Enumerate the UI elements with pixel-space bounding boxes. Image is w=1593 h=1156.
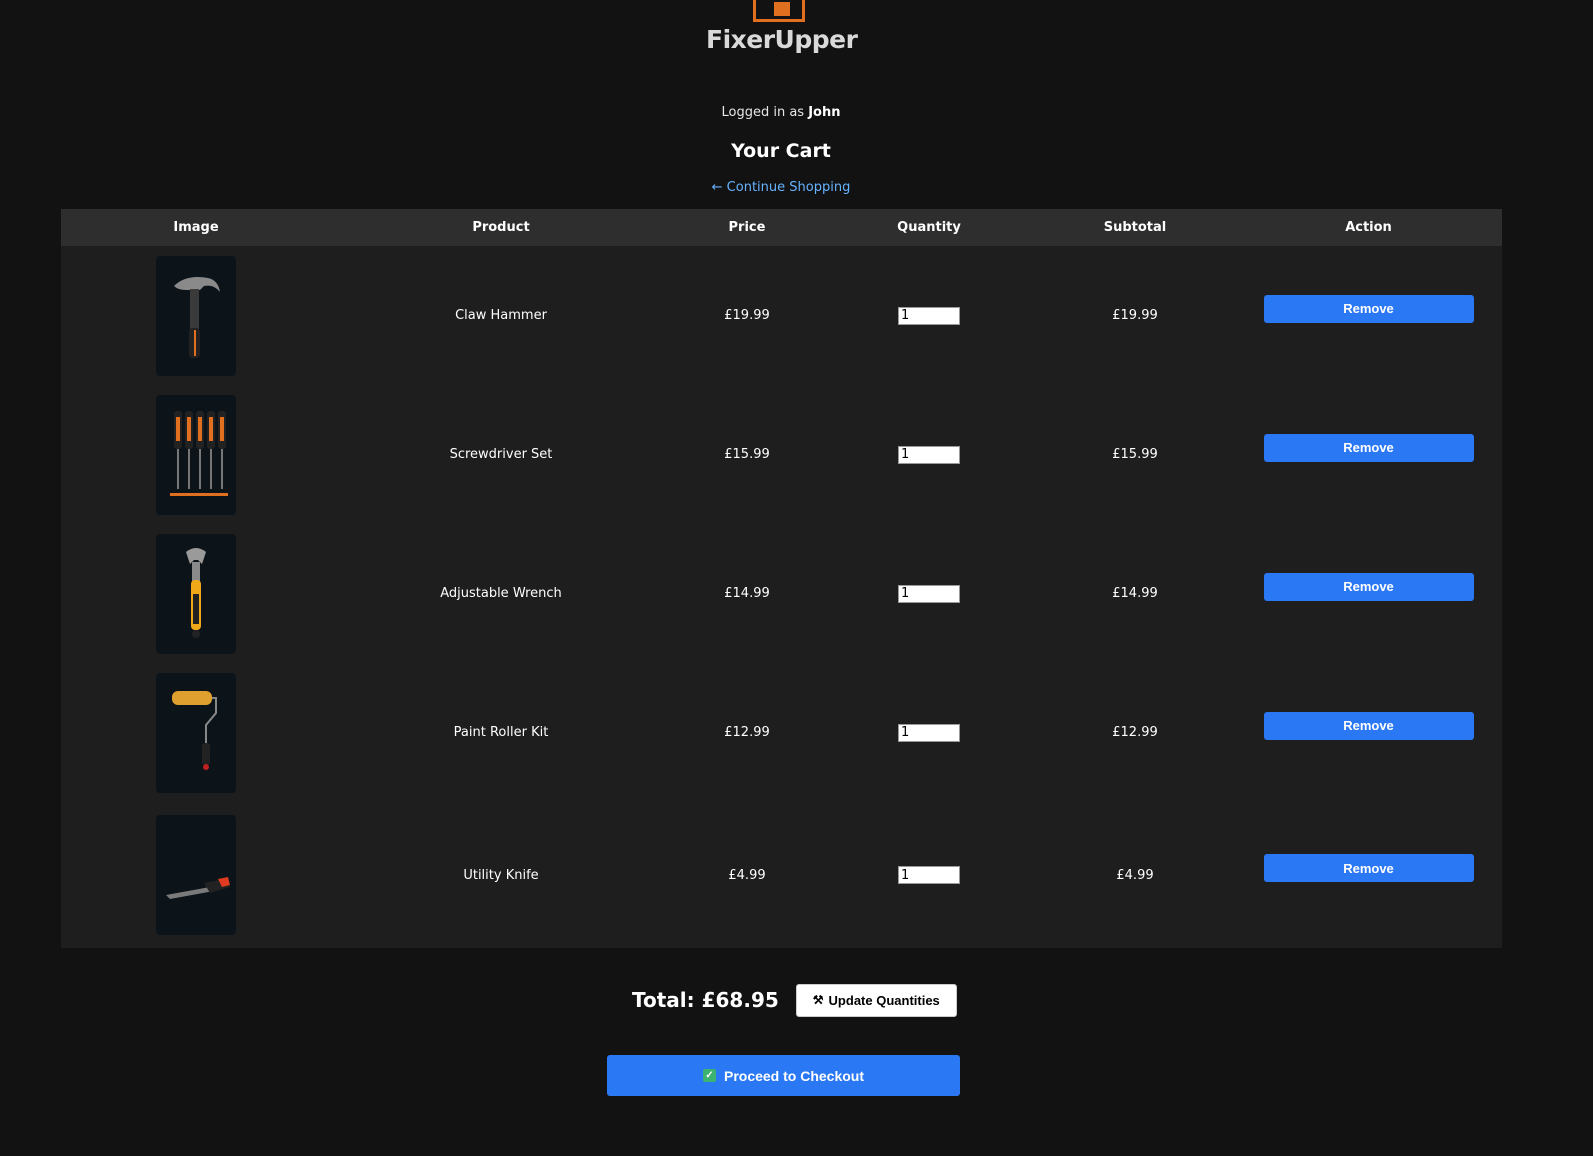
product-price: £14.99 [724, 586, 770, 601]
paint-roller-icon [156, 672, 236, 793]
table-row: Claw Hammer £19.99 £19.99 Remove [61, 246, 1502, 385]
remove-button[interactable]: Remove [1263, 711, 1474, 740]
house-logo-icon [753, 0, 805, 22]
remove-button[interactable]: Remove [1263, 294, 1474, 323]
cart-table-header: Image Product Price Quantity Subtotal Ac… [61, 209, 1502, 246]
cart-table: Image Product Price Quantity Subtotal Ac… [61, 209, 1502, 948]
quantity-input[interactable] [898, 445, 960, 464]
product-price: £15.99 [724, 447, 770, 462]
continue-shopping-wrapper: ← Continue Shopping [0, 180, 1562, 195]
table-row: Screwdriver Set £15.99 £15.99 Remove [61, 385, 1502, 524]
column-header-product: Product [472, 220, 530, 235]
product-price: £19.99 [724, 308, 770, 323]
product-subtotal: £15.99 [1112, 447, 1158, 462]
wrench-icon [156, 533, 236, 654]
product-name: Screwdriver Set [449, 447, 553, 462]
login-prefix: Logged in as [721, 105, 805, 120]
brand-name: FixerUpper [706, 25, 858, 54]
column-header-quantity: Quantity [897, 220, 961, 235]
login-status: Logged in as John [0, 105, 1562, 120]
remove-button[interactable]: Remove [1263, 433, 1474, 462]
product-subtotal: £4.99 [1116, 867, 1154, 883]
product-subtotal: £19.99 [1112, 308, 1158, 323]
remove-button[interactable]: Remove [1263, 572, 1474, 601]
product-name: Utility Knife [463, 867, 539, 883]
quantity-input[interactable] [898, 306, 960, 325]
hammer-icon [156, 255, 236, 376]
page-title: Your Cart [731, 140, 831, 162]
table-row: Paint Roller Kit £12.99 £12.99 Remove [61, 663, 1502, 802]
quantity-input[interactable] [898, 584, 960, 603]
checkout-label: Proceed to Checkout [723, 1067, 865, 1084]
cart-page: FixerUpper Logged in as John Your Cart ←… [0, 0, 1593, 1156]
table-row: Adjustable Wrench £14.99 £14.99 Remove [61, 524, 1502, 663]
screwdriver-icon [156, 394, 236, 515]
product-subtotal: £12.99 [1112, 725, 1158, 740]
cart-summary: Total: £68.95 ⚒ Update Quantities [632, 983, 957, 1017]
cart-total: Total: £68.95 [632, 988, 779, 1012]
quantity-input[interactable] [898, 723, 960, 742]
product-name: Claw Hammer [455, 308, 547, 323]
product-subtotal: £14.99 [1112, 586, 1158, 601]
table-row: Utility Knife £4.99 £4.99 Remove [61, 802, 1502, 948]
quantity-input[interactable] [898, 866, 960, 884]
brand-logo[interactable]: FixerUpper [706, 0, 858, 62]
column-header-action: Action [1345, 220, 1392, 235]
tools-icon: ⚒ [812, 993, 824, 1007]
column-header-image: Image [173, 220, 219, 235]
continue-shopping-link[interactable]: ← Continue Shopping [712, 180, 851, 195]
product-name: Paint Roller Kit [453, 725, 549, 740]
utility-knife-icon [156, 815, 236, 935]
checkmark-icon: ✓ [702, 1069, 716, 1082]
column-header-price: Price [728, 220, 766, 235]
update-quantities-label: Update Quantities [828, 992, 940, 1008]
product-name: Adjustable Wrench [440, 586, 562, 601]
username: John [808, 105, 841, 120]
proceed-to-checkout-button[interactable]: ✓ Proceed to Checkout [607, 1055, 960, 1096]
product-price: £4.99 [728, 867, 766, 883]
remove-button[interactable]: Remove [1263, 854, 1474, 882]
product-price: £12.99 [724, 725, 770, 740]
update-quantities-button[interactable]: ⚒ Update Quantities [795, 983, 957, 1017]
column-header-subtotal: Subtotal [1103, 220, 1167, 235]
